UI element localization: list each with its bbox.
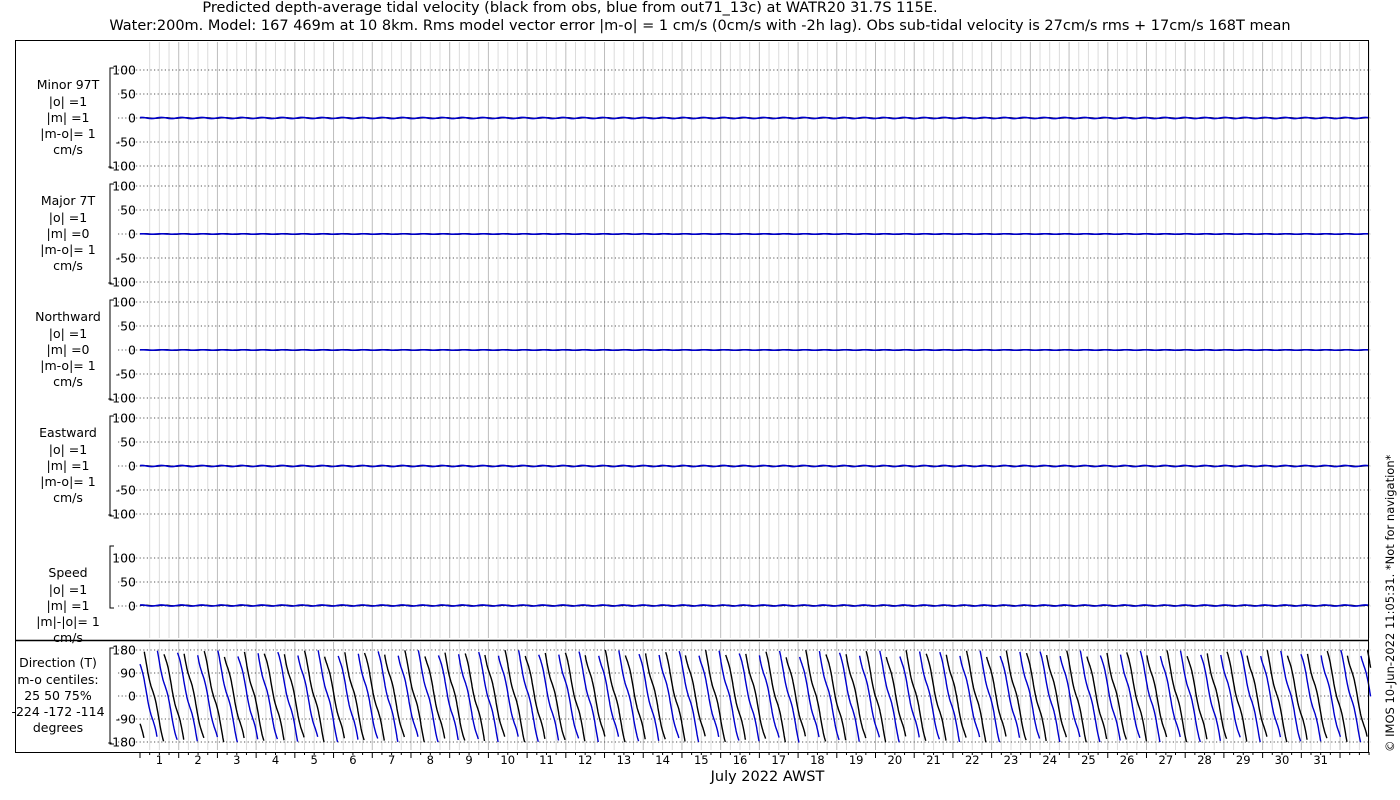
panel-label-line: |m| =1 [46, 457, 90, 473]
x-tick-label: 11 [539, 753, 554, 767]
x-tick-label: 23 [1004, 753, 1019, 767]
panel-label-line: Speed [48, 565, 88, 581]
panel-label: Eastward |o| =1 |m| =1 |m-o|= 1 cm/s [13, 425, 123, 506]
panel-label: Major 7T |o| =1 |m| =0 |m-o|= 1 cm/s [13, 193, 123, 274]
x-tick-label: 31 [1313, 753, 1328, 767]
x-tick-label: 4 [272, 753, 279, 767]
x-tick-label: 22 [965, 753, 980, 767]
x-tick-label: 21 [926, 753, 941, 767]
x-tick-label: 16 [733, 753, 748, 767]
y-tick-label: 100 [112, 411, 136, 426]
panel-label-line: -224 -172 -114 [11, 704, 105, 720]
copyright-note: © IMOS 10-Jun-2022 11:05:31. *Not for na… [1383, 454, 1397, 752]
y-tick-label: -100 [108, 507, 136, 522]
x-tick-label: 14 [655, 753, 670, 767]
panel-label: Northward |o| =1 |m| =0 |m-o|= 1 cm/s [13, 309, 123, 390]
x-tick-label: 12 [578, 753, 593, 767]
x-tick-label: 17 [771, 753, 786, 767]
panel-label-line: Eastward [39, 425, 97, 441]
x-tick-label: 30 [1275, 753, 1290, 767]
panel-label-line: |m-o|= 1 [40, 358, 96, 374]
x-tick-label: 20 [888, 753, 903, 767]
panel-label-line: Northward [35, 309, 101, 325]
panel-label-line: Direction (T) [19, 655, 97, 671]
x-tick-label: 18 [810, 753, 825, 767]
panel-label-line: |o| =1 [48, 581, 88, 597]
x-tick-label: 6 [349, 753, 356, 767]
panel-label-line: |o| =1 [48, 325, 88, 341]
x-tick-label: 15 [694, 753, 709, 767]
panel-label-line: m-o centiles: [17, 671, 99, 687]
panel-label-line: |o| =1 [48, 441, 88, 457]
y-tick-label: 0 [128, 459, 136, 474]
x-tick-label: 1 [156, 753, 163, 767]
y-tick-label: 90 [120, 666, 136, 681]
x-tick-label: 5 [311, 753, 318, 767]
panel-label-line: degrees [32, 720, 84, 736]
panel-label-line: cm/s [53, 258, 83, 274]
panel-label: Speed |o| =1 |m| =1 |m|-|o|= 1 cm/s [13, 565, 123, 646]
panel-label-line: |m| =0 [46, 341, 90, 357]
x-tick-label: 28 [1197, 753, 1212, 767]
x-tick-label: 29 [1236, 753, 1251, 767]
panel-label-line: cm/s [53, 630, 83, 646]
panel-label-line: |m|-|o|= 1 [36, 614, 100, 630]
y-tick-label: 100 [112, 295, 136, 310]
panel-label-line: |m-o|= 1 [40, 126, 96, 142]
y-tick-label: 0 [128, 343, 136, 358]
x-tick-label: 24 [1042, 753, 1057, 767]
x-tick-label: 25 [1081, 753, 1096, 767]
x-tick-label: 9 [465, 753, 472, 767]
y-tick-label: 0 [128, 689, 136, 704]
panel-label-line: |m| =1 [46, 597, 90, 613]
y-tick-label: -100 [108, 391, 136, 406]
x-tick-label: 3 [233, 753, 240, 767]
panel-label: Minor 97T |o| =1 |m| =1 |m-o|= 1 cm/s [13, 77, 123, 158]
x-tick-label: 10 [500, 753, 515, 767]
y-tick-label: -100 [108, 275, 136, 290]
y-tick-label: 0 [128, 227, 136, 242]
x-tick-label: 19 [849, 753, 864, 767]
panel-label-line: cm/s [53, 374, 83, 390]
x-tick-label: 7 [388, 753, 395, 767]
panel-label: Direction (T) m-o centiles: 25 50 75% -224 … [3, 655, 113, 736]
panel-label-line: Minor 97T [36, 77, 100, 93]
panel-label-line: cm/s [53, 490, 83, 506]
y-tick-label: 0 [128, 599, 136, 614]
y-tick-label: 100 [112, 63, 136, 78]
x-axis-label: July 2022 AWST [710, 769, 825, 785]
chart-plot: 100500-50-100100500-50-100100500-50-1001… [15, 40, 1372, 767]
y-tick-label: -180 [108, 735, 136, 750]
panel-label-line: cm/s [53, 142, 83, 158]
panel-label-line: |m-o|= 1 [40, 474, 96, 490]
y-tick-label: 0 [128, 111, 136, 126]
x-tick-label: 27 [1159, 753, 1174, 767]
y-tick-label: 100 [112, 551, 136, 566]
y-tick-label: -90 [116, 712, 136, 727]
x-tick-label: 2 [194, 753, 201, 767]
x-tick-label: 8 [427, 753, 434, 767]
panel-label-line: |m| =1 [46, 109, 90, 125]
panel-label-line: |m-o|= 1 [40, 242, 96, 258]
panel-label-line: |o| =1 [48, 93, 88, 109]
panel-label-line: 25 50 75% [24, 687, 92, 703]
x-tick-label: 26 [1120, 753, 1135, 767]
panel-label-line: Major 7T [40, 193, 96, 209]
y-tick-label: -100 [108, 159, 136, 174]
y-tick-label: 100 [112, 179, 136, 194]
panel-label-line: |m| =0 [46, 225, 90, 241]
panel-label-line: |o| =1 [48, 209, 88, 225]
x-tick-label: 13 [617, 753, 632, 767]
